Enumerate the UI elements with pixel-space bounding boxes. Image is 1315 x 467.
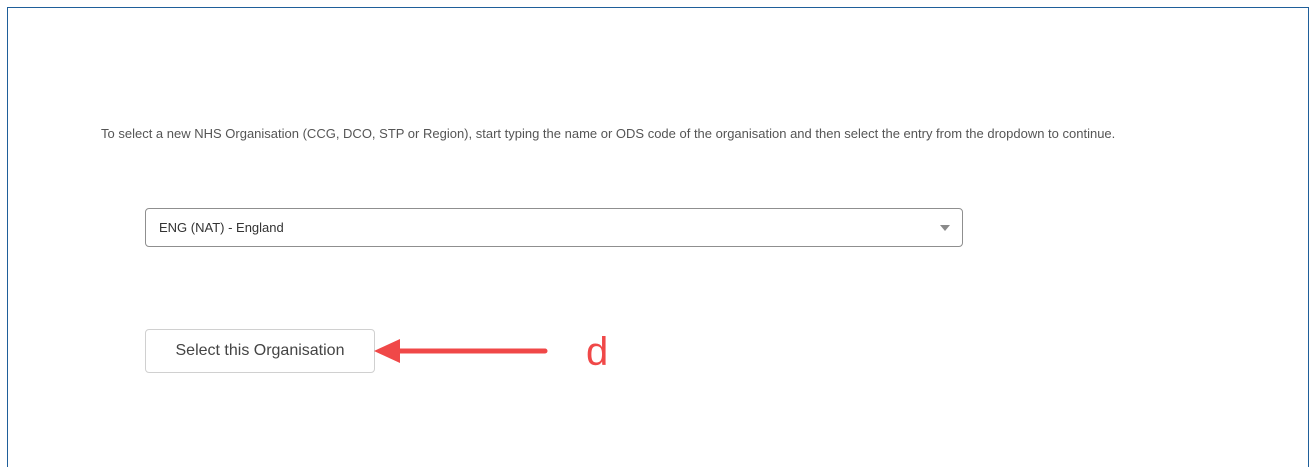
organisation-select[interactable]: ENG (NAT) - England <box>145 208 963 247</box>
instruction-text: To select a new NHS Organisation (CCG, D… <box>101 126 1116 141</box>
annotation-label: d <box>586 330 609 374</box>
select-organisation-button[interactable]: Select this Organisation <box>145 329 375 373</box>
caret-down-icon[interactable] <box>940 225 950 231</box>
organisation-select-value: ENG (NAT) - England <box>159 220 284 235</box>
annotation-arrow-icon <box>374 339 548 363</box>
